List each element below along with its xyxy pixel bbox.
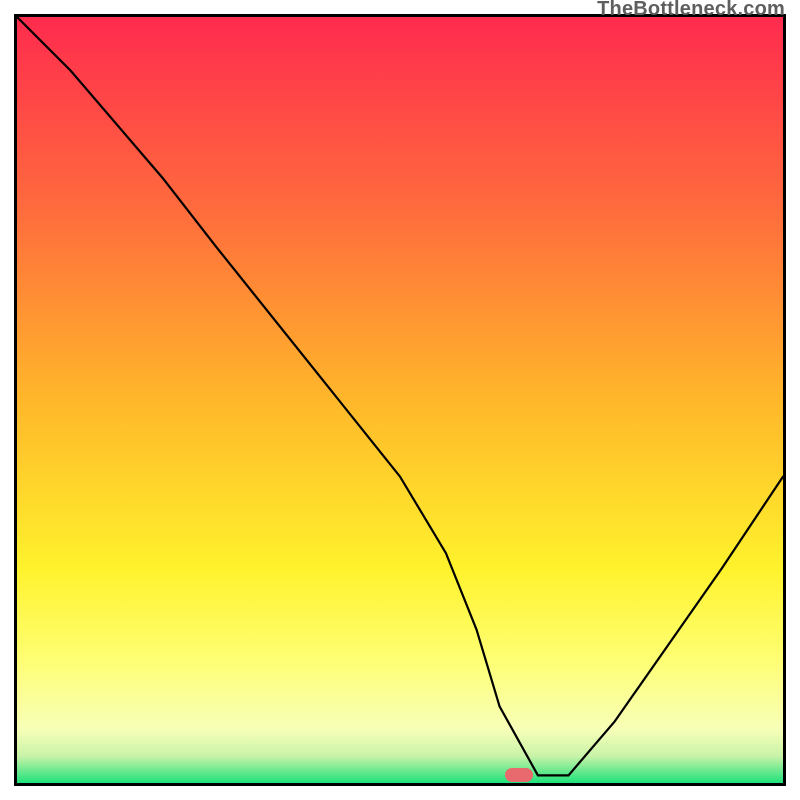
chart-container: TheBottleneck.com <box>0 0 800 800</box>
bottleneck-curve <box>17 17 783 783</box>
plot-area <box>14 14 786 786</box>
optimal-marker <box>505 768 533 782</box>
watermark-label: TheBottleneck.com <box>597 0 785 21</box>
